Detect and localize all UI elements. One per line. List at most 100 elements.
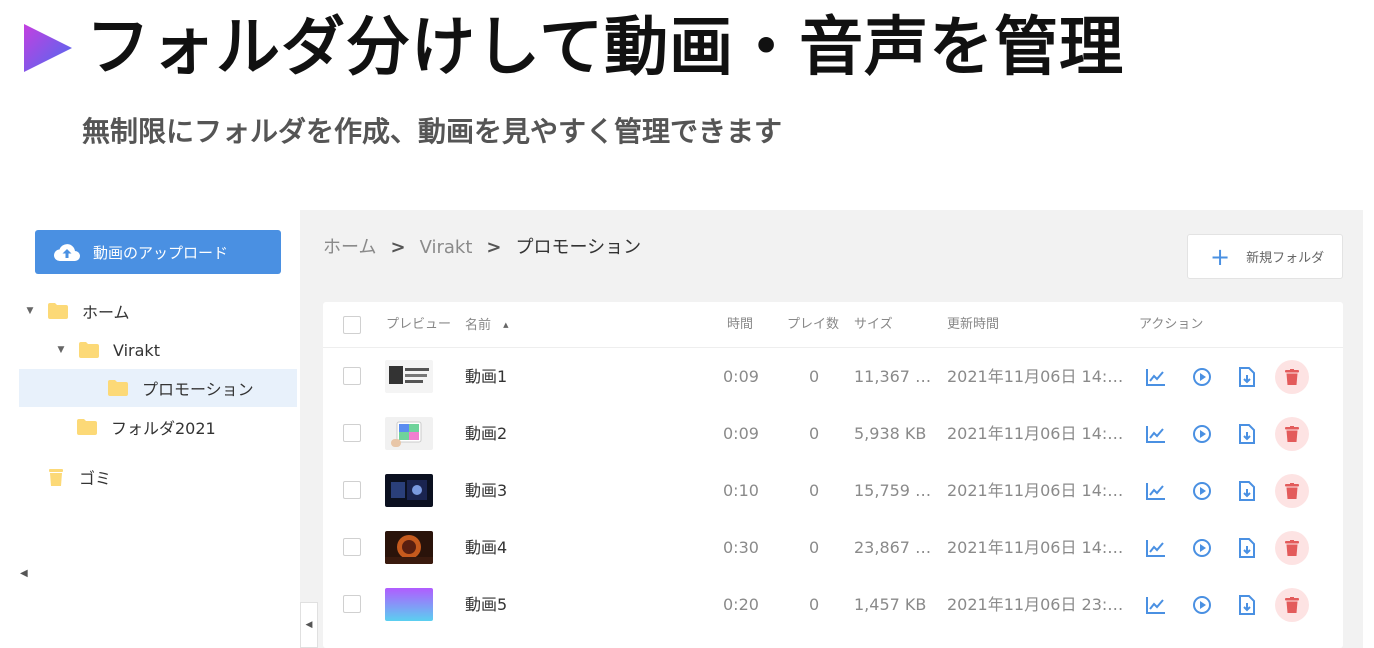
breadcrumb-separator: > <box>390 237 406 258</box>
stats-button[interactable] <box>1143 478 1169 504</box>
new-folder-button[interactable]: + 新規フォルダ <box>1187 234 1343 279</box>
delete-button[interactable] <box>1275 588 1309 622</box>
delete-button[interactable] <box>1275 417 1309 451</box>
row-checkbox[interactable] <box>343 595 361 613</box>
app-window: 動画のアップロード ▼ ホーム ▼ Virakt プロモーション フォルダ202… <box>0 210 1374 648</box>
collapse-sidebar-icon[interactable]: ◀ <box>20 568 28 579</box>
download-button[interactable] <box>1234 364 1260 390</box>
main-panel: ホーム > Virakt > プロモーション + 新規フォルダ ◀ プレビュー … <box>300 210 1363 648</box>
row-time: 0:20 <box>723 595 759 614</box>
video-table: プレビュー 名前 ▲ 時間 プレイ数 サイズ 更新時間 アクション 動画1 0:… <box>323 302 1343 648</box>
header-name-label: 名前 <box>465 318 492 333</box>
delete-button[interactable] <box>1275 474 1309 508</box>
folder-icon <box>77 419 97 435</box>
cloud-upload-icon <box>53 244 80 262</box>
delete-icon <box>1285 540 1299 556</box>
tree-item-home[interactable]: ▼ ホーム <box>24 292 294 330</box>
download-button[interactable] <box>1234 478 1260 504</box>
upload-button[interactable]: 動画のアップロード <box>35 230 281 274</box>
tree-item-label: プロモーション <box>142 380 254 399</box>
play-button[interactable] <box>1189 478 1215 504</box>
video-thumbnail[interactable] <box>385 360 433 393</box>
folder-icon <box>79 342 99 358</box>
stats-button[interactable] <box>1143 592 1169 618</box>
caret-down-icon[interactable]: ▼ <box>24 306 36 316</box>
row-size: 1,457 KB <box>854 595 927 614</box>
expand-panel-icon[interactable]: ◀ <box>300 602 318 648</box>
delete-icon <box>1285 426 1299 442</box>
row-name[interactable]: 動画2 <box>465 405 645 462</box>
row-name[interactable]: 動画1 <box>465 348 645 405</box>
sidebar: 動画のアップロード ▼ ホーム ▼ Virakt プロモーション フォルダ202… <box>0 210 300 648</box>
header-preview: プレビュー <box>386 317 452 332</box>
play-circle-icon <box>1193 425 1211 443</box>
stats-button[interactable] <box>1143 421 1169 447</box>
header-name[interactable]: 名前 ▲ <box>465 302 509 348</box>
row-size: 15,759 … <box>854 481 932 500</box>
play-button[interactable] <box>1189 364 1215 390</box>
table-row[interactable]: 動画1 0:09 0 11,367 … 2021年11月06日 14:… <box>323 348 1343 405</box>
chart-line-icon <box>1146 369 1165 386</box>
row-updated: 2021年11月06日 14:… <box>947 367 1124 386</box>
row-plays: 0 <box>809 481 820 500</box>
breadcrumb-virakt[interactable]: Virakt <box>420 234 473 262</box>
hero-arrow-icon <box>24 24 72 72</box>
table-row[interactable]: 動画2 0:09 0 5,938 KB 2021年11月06日 14:… <box>323 405 1343 462</box>
row-checkbox[interactable] <box>343 367 361 385</box>
play-button[interactable] <box>1189 535 1215 561</box>
video-thumbnail[interactable] <box>385 588 433 621</box>
file-download-icon <box>1239 481 1255 501</box>
sort-asc-icon[interactable]: ▲ <box>503 321 508 329</box>
row-checkbox[interactable] <box>343 424 361 442</box>
row-updated: 2021年11月06日 14:… <box>947 481 1124 500</box>
tree-item-virakt[interactable]: ▼ Virakt <box>55 331 295 369</box>
row-size: 5,938 KB <box>854 424 927 443</box>
download-button[interactable] <box>1234 592 1260 618</box>
row-plays: 0 <box>809 595 820 614</box>
play-button[interactable] <box>1189 592 1215 618</box>
row-time: 0:09 <box>723 424 759 443</box>
tree-item-folder2021[interactable]: フォルダ2021 <box>77 408 297 446</box>
new-folder-label: 新規フォルダ <box>1246 251 1325 266</box>
video-thumbnail[interactable] <box>385 417 433 450</box>
download-button[interactable] <box>1234 535 1260 561</box>
row-checkbox[interactable] <box>343 481 361 499</box>
delete-icon <box>1285 597 1299 613</box>
row-size: 11,367 … <box>854 367 932 386</box>
play-circle-icon <box>1193 596 1211 614</box>
play-circle-icon <box>1193 368 1211 386</box>
table-header: プレビュー 名前 ▲ 時間 プレイ数 サイズ 更新時間 アクション <box>323 302 1343 348</box>
row-updated: 2021年11月06日 14:… <box>947 538 1124 557</box>
delete-button[interactable] <box>1275 360 1309 394</box>
select-all-checkbox[interactable] <box>343 316 361 334</box>
row-name[interactable]: 動画4 <box>465 519 645 576</box>
table-row[interactable]: 動画5 0:20 0 1,457 KB 2021年11月06日 23:… <box>323 576 1343 633</box>
breadcrumb-current: プロモーション <box>515 237 642 258</box>
table-row[interactable]: 動画3 0:10 0 15,759 … 2021年11月06日 14:… <box>323 462 1343 519</box>
row-plays: 0 <box>809 538 820 557</box>
tree-item-promotion[interactable]: プロモーション <box>19 369 297 407</box>
stats-button[interactable] <box>1143 535 1169 561</box>
video-thumbnail[interactable] <box>385 531 433 564</box>
plus-icon: + <box>1210 242 1231 271</box>
row-name[interactable]: 動画3 <box>465 462 645 519</box>
video-thumbnail[interactable] <box>385 474 433 507</box>
play-circle-icon <box>1193 539 1211 557</box>
file-download-icon <box>1239 424 1255 444</box>
breadcrumb-home[interactable]: ホーム <box>323 234 376 262</box>
breadcrumb-separator: > <box>486 237 502 258</box>
tree-item-trash[interactable]: ゴミ <box>49 458 289 496</box>
folder-icon <box>48 303 68 319</box>
download-button[interactable] <box>1234 421 1260 447</box>
caret-down-icon[interactable]: ▼ <box>55 345 67 355</box>
delete-button[interactable] <box>1275 531 1309 565</box>
row-name[interactable]: 動画5 <box>465 576 645 633</box>
trash-icon <box>49 469 63 486</box>
play-button[interactable] <box>1189 421 1215 447</box>
stats-button[interactable] <box>1143 364 1169 390</box>
row-plays: 0 <box>809 367 820 386</box>
table-row[interactable]: 動画4 0:30 0 23,867 … 2021年11月06日 14:… <box>323 519 1343 576</box>
tree-item-label: フォルダ2021 <box>111 419 216 438</box>
row-checkbox[interactable] <box>343 538 361 556</box>
row-time: 0:10 <box>723 481 759 500</box>
